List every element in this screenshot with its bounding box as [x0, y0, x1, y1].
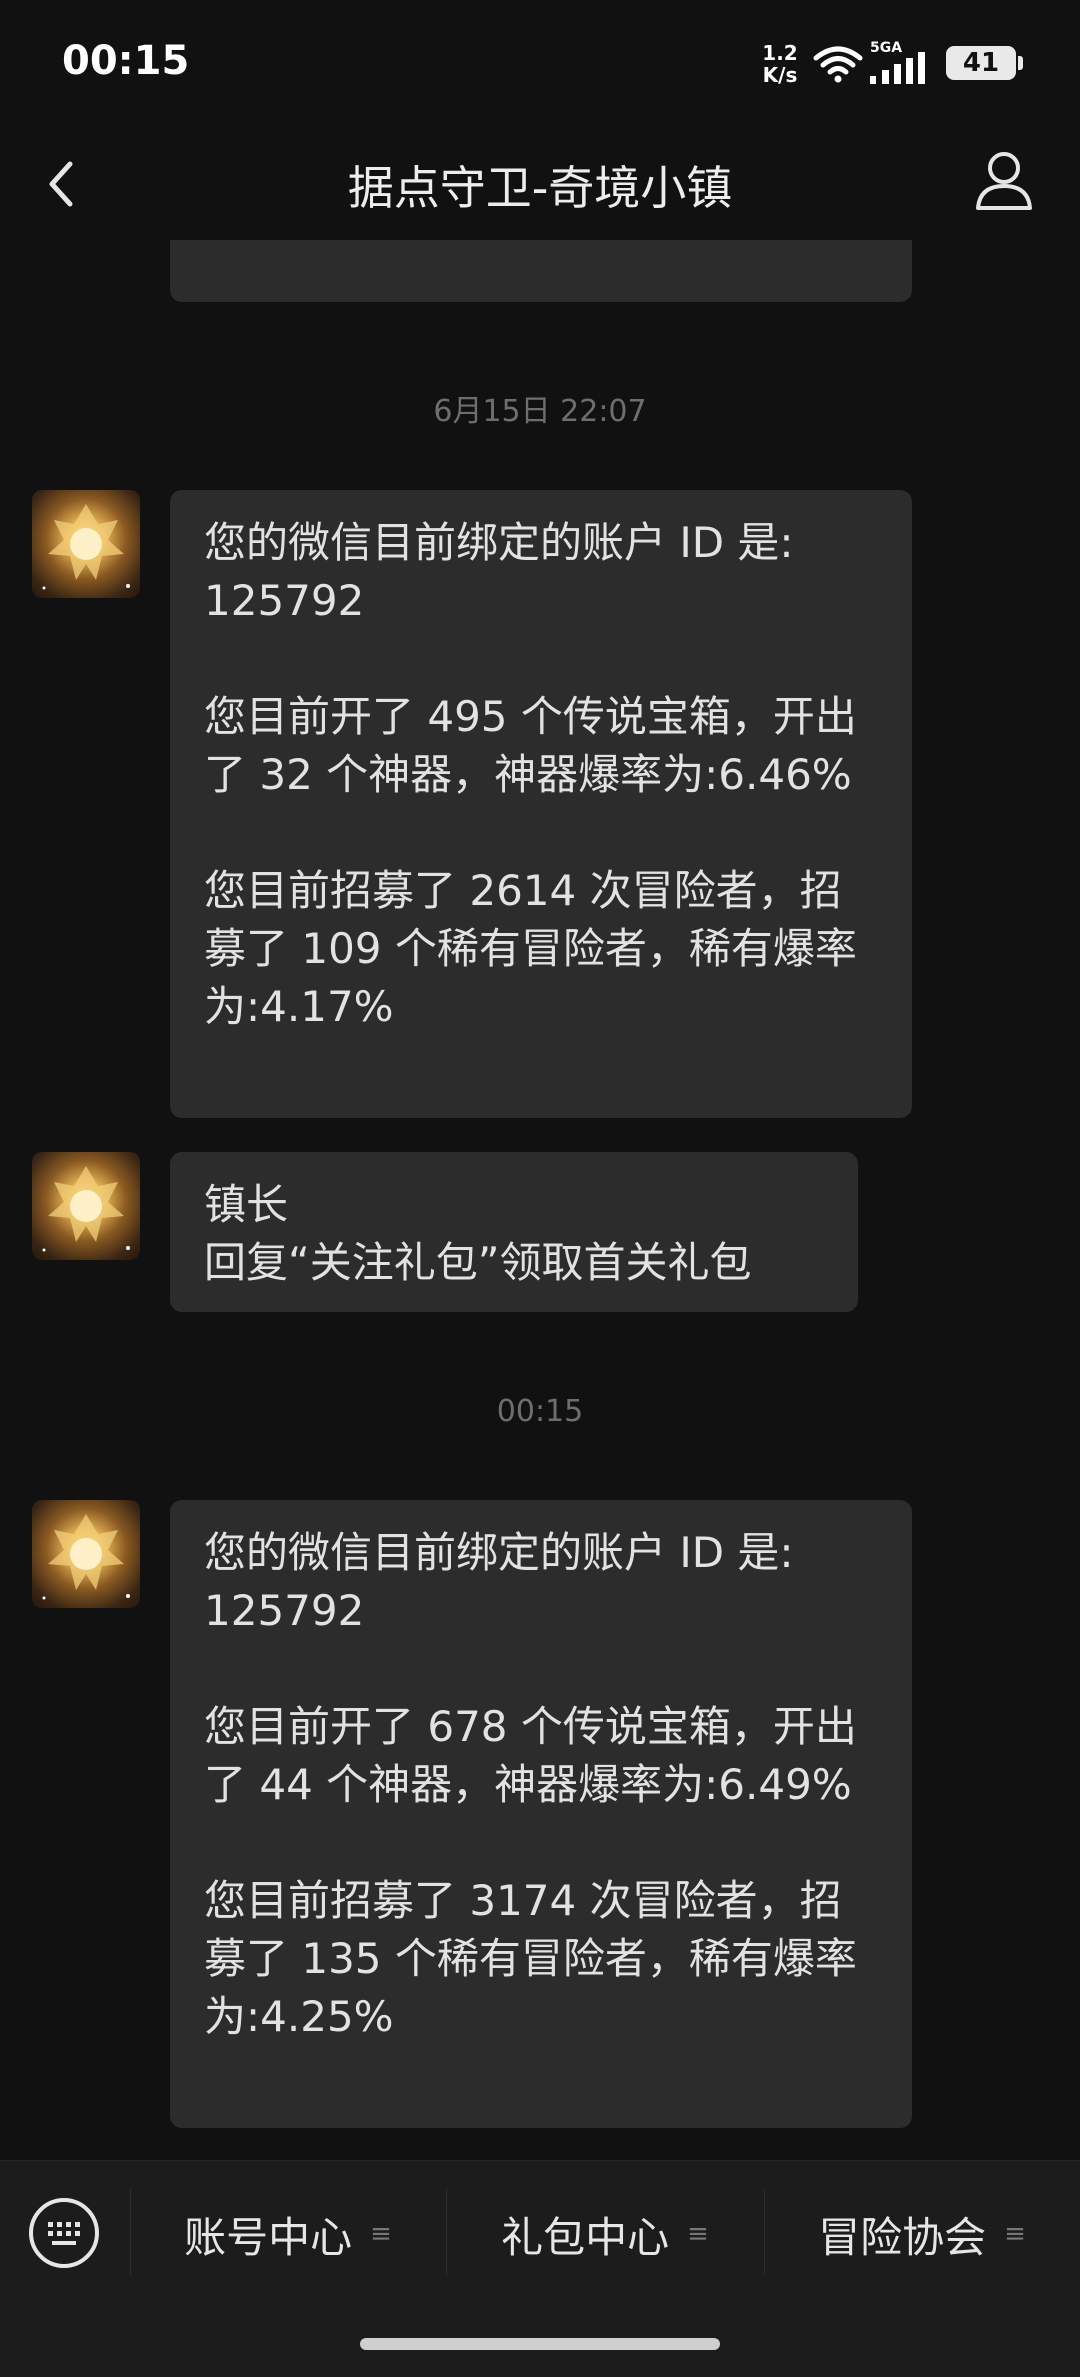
timestamp: 6月15日 22:07: [433, 394, 647, 429]
message-text: 镇长 回复“关注礼包”领取首关礼包: [204, 1180, 752, 1287]
menu-gift-center[interactable]: 礼包中心 ≡: [446, 2189, 764, 2279]
battery-icon: 41: [946, 46, 1016, 80]
profile-icon[interactable]: [972, 148, 1036, 216]
home-indicator[interactable]: [360, 2338, 720, 2350]
menu-account-center[interactable]: 账号中心 ≡: [130, 2189, 446, 2279]
emblem-icon: [42, 1166, 130, 1252]
menu-label: 冒险协会: [818, 2212, 987, 2262]
network-speed-unit: K/s: [762, 63, 798, 87]
submenu-icon: ≡: [1004, 2219, 1026, 2249]
network-speed: 1.2 K/s: [760, 42, 800, 86]
message-bubble[interactable]: 您的微信目前绑定的账户 ID 是: 125792 您目前开了 678 个传说宝箱…: [170, 1500, 912, 2128]
chat-title: 据点守卫-奇境小镇: [347, 161, 733, 215]
emblem-icon: [42, 504, 130, 590]
bot-avatar[interactable]: [32, 1500, 140, 1608]
status-time: 00:15: [62, 38, 190, 84]
message-bubble[interactable]: 您的微信目前绑定的账户 ID 是: 125792 您目前开了 495 个传说宝箱…: [170, 490, 912, 1118]
status-bar: 00:15 1.2 K/s 5GA 41: [0, 0, 1080, 130]
battery-tip: [1018, 56, 1023, 70]
timestamp: 00:15: [496, 1394, 584, 1429]
message-text: 您的微信目前绑定的账户 ID 是: 125792 您目前开了 495 个传说宝箱…: [204, 518, 857, 1031]
menu-adventure-guild[interactable]: 冒险协会 ≡: [764, 2189, 1080, 2279]
bot-avatar[interactable]: [32, 1152, 140, 1260]
cellular-signal-icon: [870, 52, 925, 84]
submenu-icon: ≡: [687, 2219, 709, 2249]
network-speed-value: 1.2: [762, 41, 798, 65]
wifi-icon: [813, 46, 863, 83]
bot-avatar[interactable]: [32, 490, 140, 598]
submenu-icon: ≡: [370, 2219, 392, 2249]
message-text: 您的微信目前绑定的账户 ID 是: 125792 您目前开了 678 个传说宝箱…: [204, 1528, 857, 2041]
keyboard-icon[interactable]: [28, 2197, 100, 2269]
menu-label: 账号中心: [184, 2212, 353, 2262]
title-bar: 据点守卫-奇境小镇: [0, 130, 1080, 240]
message-bubble[interactable]: 镇长 回复“关注礼包”领取首关礼包: [170, 1152, 858, 1312]
menu-label: 礼包中心: [501, 2212, 670, 2262]
message-bubble-partial: [170, 240, 912, 302]
emblem-icon: [42, 1514, 130, 1600]
chat-area[interactable]: 6月15日 22:07 您的微信目前绑定的账户 ID 是: 125792 您目前…: [0, 240, 1080, 2160]
